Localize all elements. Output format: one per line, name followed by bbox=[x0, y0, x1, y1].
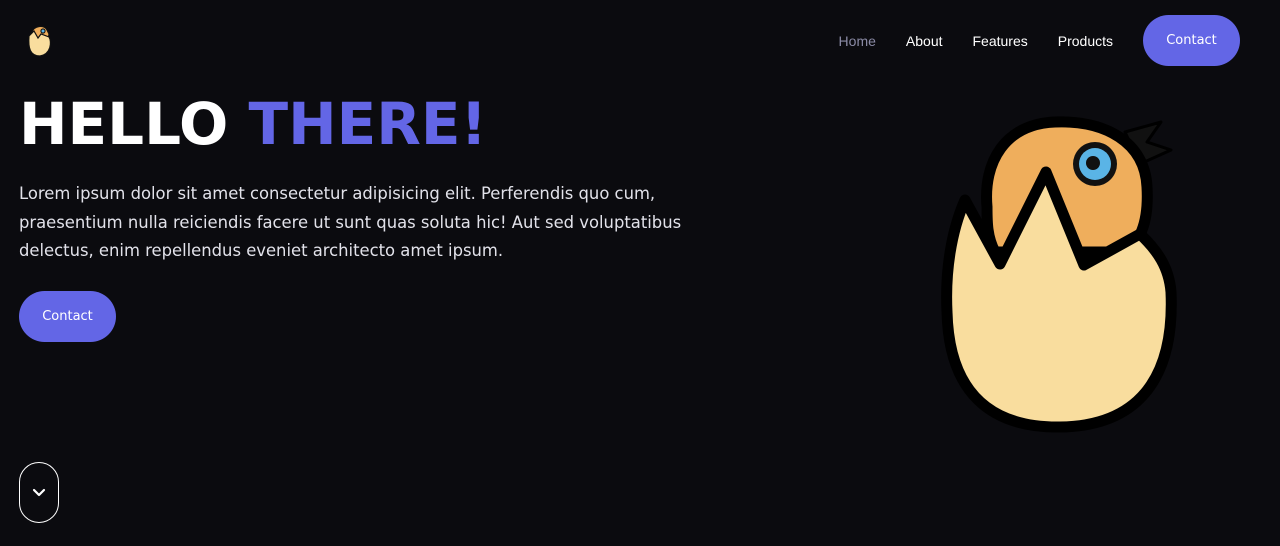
nav-link-features[interactable]: Features bbox=[973, 33, 1028, 49]
main-nav: Home About Features Products Contact bbox=[839, 15, 1240, 66]
scroll-down-button[interactable] bbox=[19, 462, 59, 523]
nav-link-products[interactable]: Products bbox=[1058, 33, 1113, 49]
hero-title-part1: HELLO bbox=[19, 90, 229, 158]
nav-link-about[interactable]: About bbox=[906, 33, 943, 49]
hero-title: HELLO THERE! bbox=[19, 88, 487, 160]
nav-link-home[interactable]: Home bbox=[839, 33, 876, 49]
nav-contact-button[interactable]: Contact bbox=[1143, 15, 1240, 66]
hero-title-part2: THERE! bbox=[248, 90, 487, 158]
logo-icon[interactable] bbox=[26, 24, 54, 58]
page: Home About Features Products Contact HEL… bbox=[0, 0, 1280, 546]
chick-egg-illustration bbox=[941, 116, 1177, 433]
hero-description: Lorem ipsum dolor sit amet consectetur a… bbox=[19, 184, 682, 261]
hero-contact-button[interactable]: Contact bbox=[19, 291, 116, 342]
chevron-down-icon bbox=[32, 488, 46, 496]
